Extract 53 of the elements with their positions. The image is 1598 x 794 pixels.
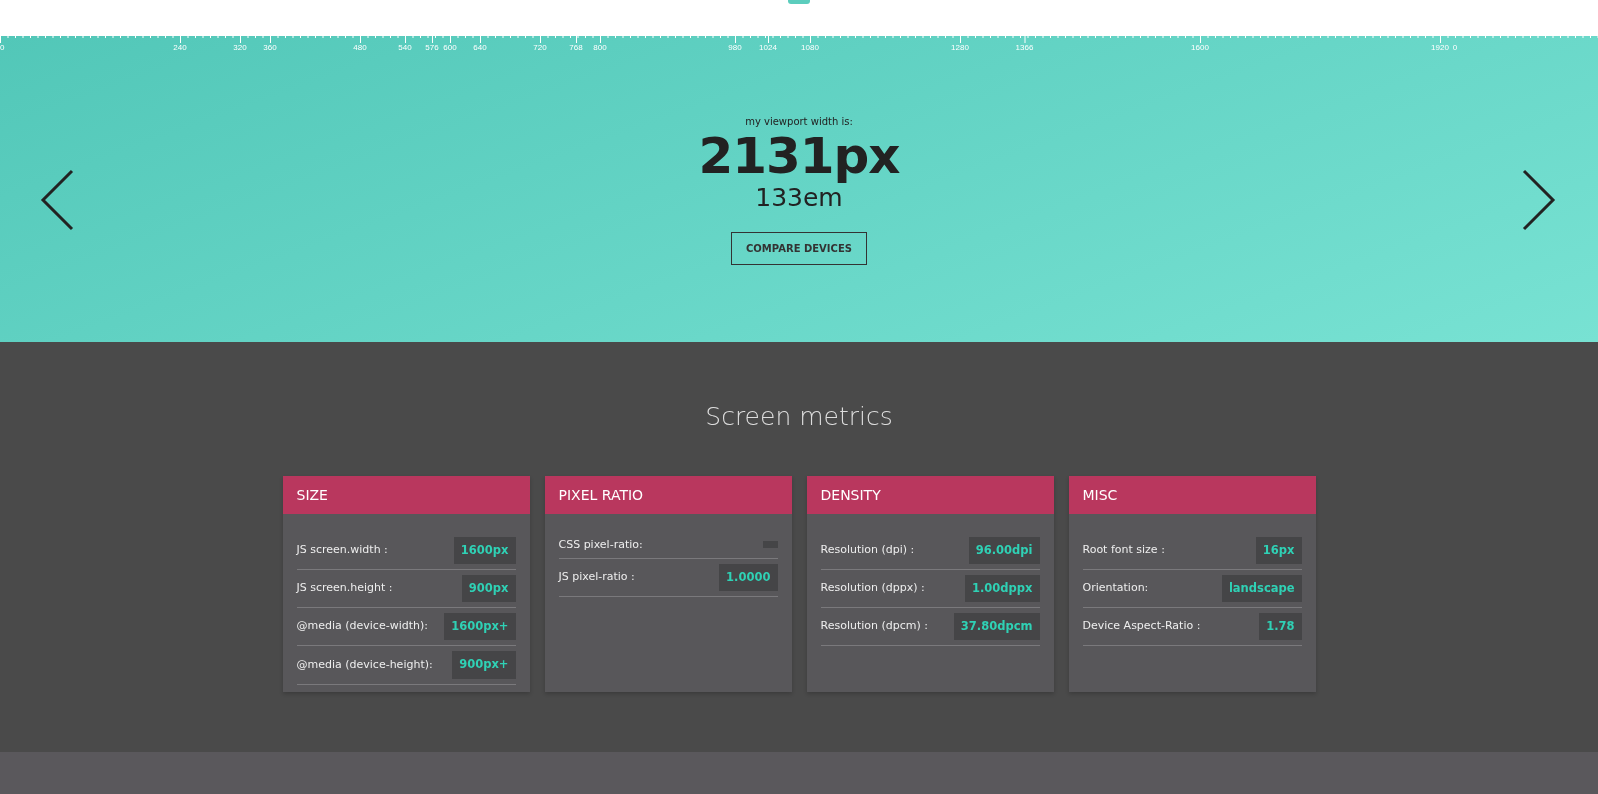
viewport-width-px: 2131px: [698, 129, 900, 184]
metric-label: JS screen.width :: [296, 541, 388, 558]
metric-label: Root font size :: [1082, 541, 1165, 558]
metric-value: 1600px+: [444, 613, 516, 641]
metric-label: JS pixel-ratio :: [558, 569, 635, 586]
ruler-label: 480: [353, 44, 367, 52]
ruler-label: 800: [593, 44, 607, 52]
metric-label: Device Aspect-Ratio :: [1082, 618, 1201, 635]
ruler-label: 768: [569, 44, 583, 52]
metric-value: landscape: [1221, 574, 1302, 602]
metric-label: Resolution (dpcm) :: [820, 618, 928, 635]
card-header: DENSITY: [806, 475, 1054, 514]
card-header: MISC: [1068, 475, 1316, 514]
metric-value: 1.00dppx: [965, 574, 1040, 602]
ruler-label: 576: [425, 44, 439, 52]
ruler-label: 600: [443, 44, 457, 52]
metric-value: 900px+: [452, 651, 516, 679]
ruler-label: 980: [728, 44, 742, 52]
caption-text: my viewport width is:: [745, 115, 853, 129]
ruler-label: 360: [263, 44, 277, 52]
metric-value: 96.00dpi: [968, 536, 1040, 564]
ruler-label: 1920: [1431, 44, 1449, 52]
ruler-label: 720: [533, 44, 547, 52]
compare-devices-button[interactable]: COMPARE DEVICES: [731, 231, 867, 265]
section-title: Screen metrics: [705, 401, 893, 433]
metric-value: 1.0000: [719, 564, 778, 592]
viewport-width-em: 133em: [755, 184, 843, 212]
ruler-label: 240: [173, 44, 187, 52]
metric-label: Resolution (dpi) :: [820, 541, 915, 558]
ruler-label: 540: [398, 44, 412, 52]
metric-value: 16px: [1255, 536, 1302, 564]
ruler-label: 1080: [801, 44, 819, 52]
ruler-label: 1024: [759, 44, 777, 52]
metric-label: JS screen.height :: [296, 580, 393, 597]
logo-icon: [788, 0, 810, 4]
ruler-label: 1600: [1191, 44, 1209, 52]
metric-label: CSS pixel-ratio:: [558, 536, 643, 553]
ruler-label: 0: [1452, 44, 1458, 52]
ruler-label: 320: [233, 44, 247, 52]
ruler-label: 640: [473, 44, 487, 52]
metric-value: 1600px: [453, 536, 516, 564]
metric-label: @media (device-height):: [296, 656, 433, 673]
metric-value: 900px: [461, 574, 516, 602]
metric-value: 1.78: [1259, 613, 1302, 641]
ruler-label: 1366: [1015, 44, 1034, 52]
metric-label: Orientation:: [1082, 580, 1149, 597]
metric-label: Resolution (dppx) :: [820, 580, 925, 597]
metric-label: @media (device-width):: [296, 618, 428, 635]
card-header: PIXEL RATIO: [544, 475, 792, 514]
ruler-label: 1280: [951, 44, 969, 52]
metric-value: 37.80dpcm: [953, 613, 1040, 641]
card-header: SIZE: [282, 475, 530, 514]
ruler-label: 0: [0, 44, 5, 52]
